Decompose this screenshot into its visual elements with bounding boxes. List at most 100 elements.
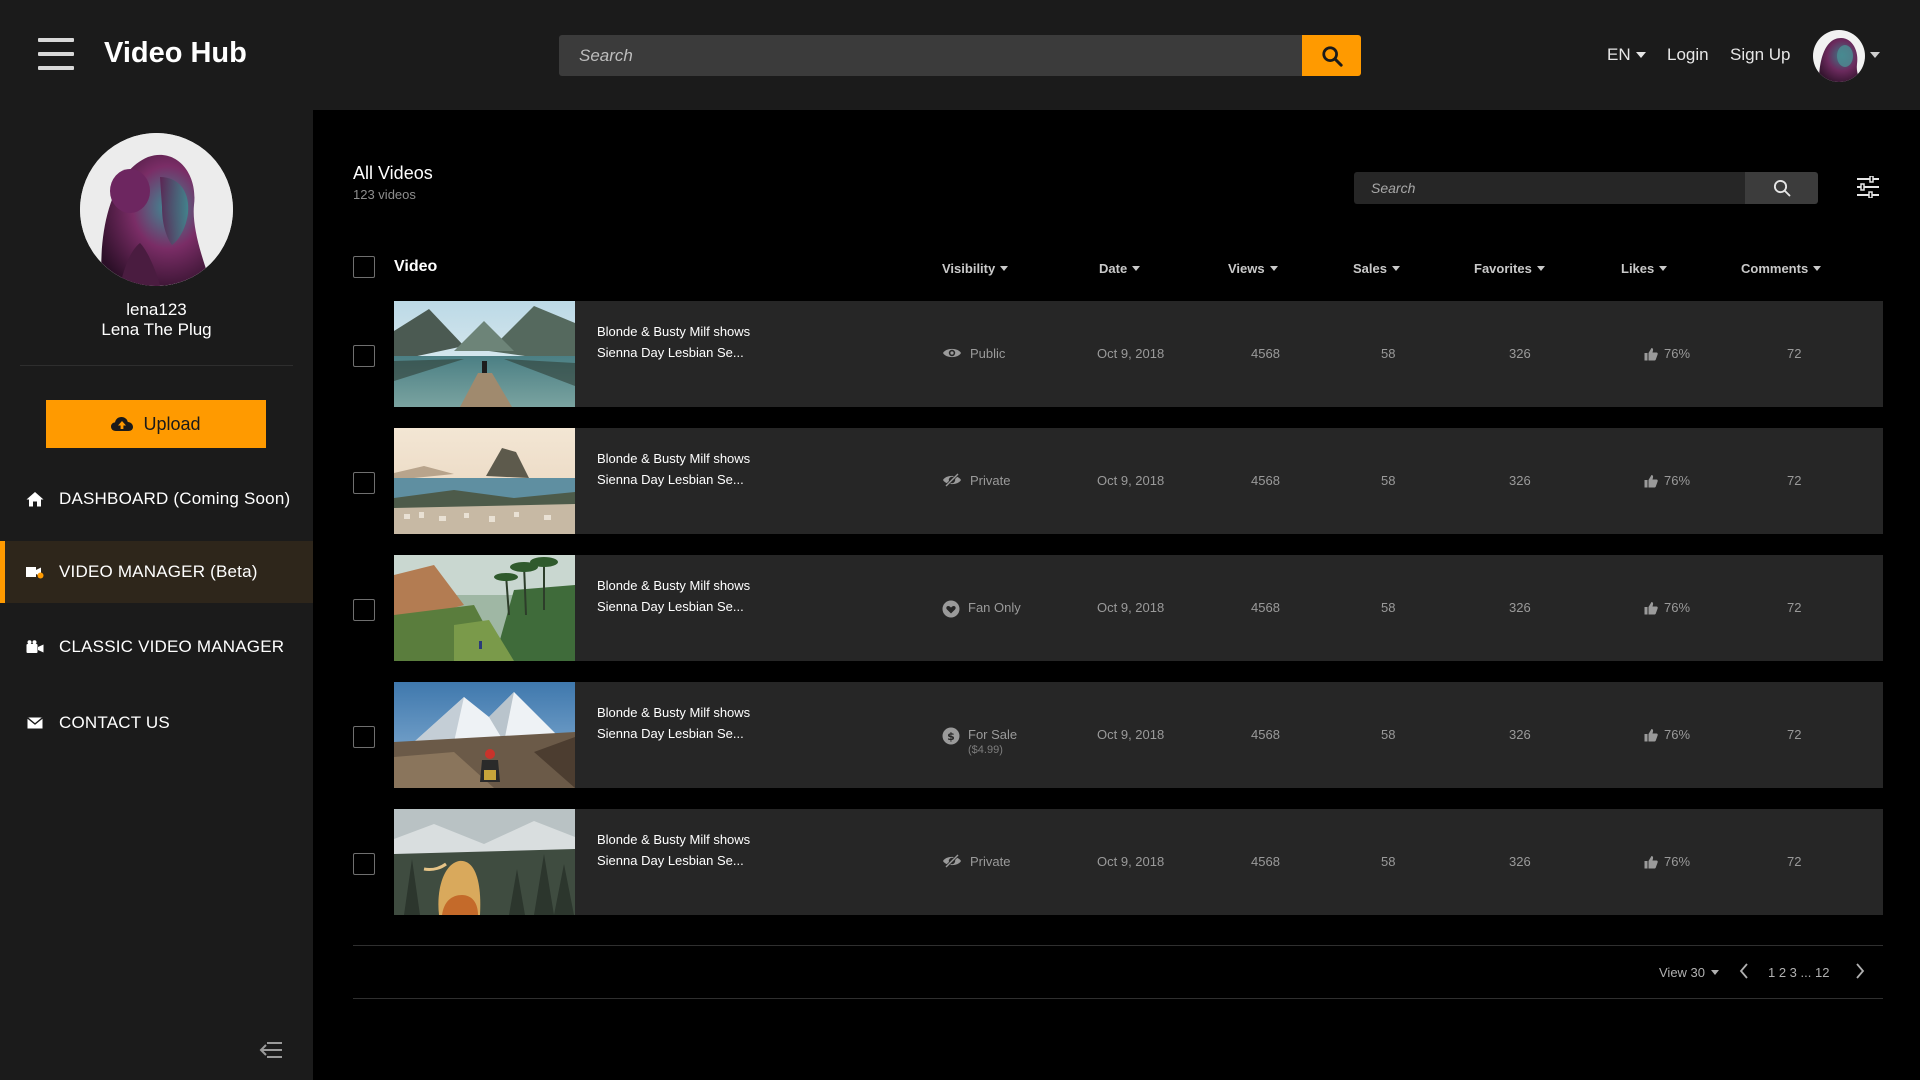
visibility-cell[interactable]: $ For Sale ($4.99) — [942, 727, 1017, 756]
thumbs-up-icon — [1644, 347, 1658, 360]
previous-page-icon[interactable] — [1738, 962, 1750, 985]
row-checkbox[interactable] — [353, 472, 375, 494]
column-label: Comments — [1741, 261, 1809, 276]
video-tag-icon — [25, 563, 44, 582]
signup-link[interactable]: Sign Up — [1730, 45, 1790, 65]
global-search-input[interactable] — [559, 35, 1302, 76]
favorites-cell: 326 — [1509, 473, 1531, 488]
video-title[interactable]: Blonde & Busty Milf shows Sienna Day Les… — [597, 448, 797, 490]
sort-caret-icon — [1813, 266, 1822, 271]
heart-icon — [942, 600, 960, 618]
sort-caret-icon — [1000, 266, 1009, 271]
page-numbers[interactable]: 1 2 3 ... 12 — [1768, 965, 1829, 980]
likes-cell: 76% — [1644, 854, 1690, 869]
date-cell: Oct 9, 2018 — [1097, 346, 1165, 361]
collapse-sidebar-icon[interactable] — [258, 1040, 284, 1065]
video-title[interactable]: Blonde & Busty Milf shows Sienna Day Les… — [597, 321, 797, 363]
video-thumbnail[interactable] — [394, 809, 575, 915]
visibility-label: Fan Only — [968, 600, 1021, 615]
visibility-cell[interactable]: Public — [942, 346, 1005, 361]
row-checkbox[interactable] — [353, 853, 375, 875]
thumbs-up-icon — [1644, 855, 1658, 868]
favorites-cell: 326 — [1509, 346, 1531, 361]
sidebar-item-dashboard[interactable]: DASHBOARD (Coming Soon) — [0, 468, 313, 530]
row-checkbox[interactable] — [353, 726, 375, 748]
table-row[interactable]: Blonde & Busty Milf shows Sienna Day Les… — [394, 555, 1883, 661]
top-header: Video Hub EN Login Sign Up — [0, 0, 1920, 110]
app-logo[interactable]: Video Hub — [104, 37, 247, 70]
column-header-date[interactable]: Date — [1099, 261, 1141, 276]
language-selector[interactable]: EN — [1607, 45, 1646, 65]
table-footer-divider — [353, 945, 1883, 946]
sales-cell: 58 — [1381, 600, 1396, 615]
sidebar-item-contact-us[interactable]: CONTACT US — [0, 692, 313, 754]
video-title-line: Blonde & Busty Milf shows — [597, 832, 751, 847]
column-header-likes[interactable]: Likes — [1621, 261, 1668, 276]
column-header-sales[interactable]: Sales — [1353, 261, 1400, 276]
visibility-cell[interactable]: Fan Only — [942, 600, 1021, 618]
profile-username: lena123 — [126, 300, 187, 319]
likes-value: 76% — [1664, 600, 1691, 615]
table-row[interactable]: Blonde & Busty Milf shows Sienna Day Les… — [394, 428, 1883, 534]
hamburger-menu-icon[interactable] — [38, 38, 74, 70]
likes-cell: 76% — [1644, 473, 1690, 488]
login-link[interactable]: Login — [1667, 45, 1709, 65]
video-thumbnail[interactable] — [394, 682, 575, 788]
column-label: Sales — [1353, 261, 1387, 276]
video-title[interactable]: Blonde & Busty Milf shows Sienna Day Les… — [597, 702, 797, 744]
sidebar-divider — [20, 365, 293, 366]
visibility-label: Private — [970, 854, 1011, 869]
likes-cell: 76% — [1644, 346, 1690, 361]
filter-sliders-icon[interactable] — [1856, 175, 1880, 203]
visibility-label: For Sale — [968, 727, 1018, 742]
row-checkbox[interactable] — [353, 345, 375, 367]
video-title-line: Blonde & Busty Milf shows — [597, 578, 751, 593]
views-cell: 4568 — [1251, 727, 1280, 742]
date-cell: Oct 9, 2018 — [1097, 473, 1165, 488]
video-search-input[interactable] — [1354, 172, 1745, 204]
column-label: Views — [1228, 261, 1265, 276]
visibility-cell[interactable]: Private — [942, 854, 1010, 869]
visibility-cell[interactable]: Private — [942, 473, 1010, 488]
video-title-line: Blonde & Busty Milf shows — [597, 705, 751, 720]
sidebar-item-video-manager[interactable]: VIDEO MANAGER (Beta) — [0, 541, 313, 603]
profile-avatar[interactable] — [80, 133, 233, 286]
table-row[interactable]: Blonde & Busty Milf shows Sienna Day Les… — [394, 809, 1883, 915]
eye-slash-icon — [943, 473, 961, 487]
comments-cell: 72 — [1787, 473, 1802, 488]
visibility-label: Private — [970, 473, 1011, 488]
sort-caret-icon — [1269, 266, 1278, 271]
video-thumbnail[interactable] — [394, 428, 575, 534]
svg-text:$: $ — [947, 730, 955, 743]
select-all-checkbox[interactable] — [353, 256, 375, 278]
likes-value: 76% — [1664, 346, 1691, 361]
table-row[interactable]: Blonde & Busty Milf shows Sienna Day Les… — [394, 682, 1883, 788]
column-header-visibility[interactable]: Visibility — [942, 261, 1009, 276]
video-search-button[interactable] — [1745, 172, 1818, 204]
eye-slash-icon — [943, 854, 961, 868]
column-label: Date — [1099, 261, 1128, 276]
video-title[interactable]: Blonde & Busty Milf shows Sienna Day Les… — [597, 829, 797, 871]
favorites-cell: 326 — [1509, 854, 1531, 869]
video-title-line: Sienna Day Lesbian Se... — [597, 472, 744, 487]
sidebar-item-label: DASHBOARD (Coming Soon) — [59, 489, 291, 508]
page-size-selector[interactable]: View 30 — [1659, 965, 1720, 980]
video-thumbnail[interactable] — [394, 301, 575, 407]
column-header-comments[interactable]: Comments — [1741, 261, 1822, 276]
video-thumbnail[interactable] — [394, 555, 575, 661]
comments-cell: 72 — [1787, 600, 1802, 615]
upload-button[interactable]: Upload — [46, 400, 266, 448]
row-checkbox[interactable] — [353, 599, 375, 621]
avatar-chevron-down-icon[interactable] — [1870, 52, 1880, 58]
views-cell: 4568 — [1251, 346, 1280, 361]
table-row[interactable]: Blonde & Busty Milf shows Sienna Day Les… — [394, 301, 1883, 407]
thumbs-up-icon — [1644, 728, 1658, 741]
column-header-favorites[interactable]: Favorites — [1474, 261, 1545, 276]
user-avatar[interactable] — [1813, 30, 1865, 82]
column-header-views[interactable]: Views — [1228, 261, 1278, 276]
global-search-button[interactable] — [1302, 35, 1361, 76]
sidebar-item-classic-video-manager[interactable]: CLASSIC VIDEO MANAGER — [0, 616, 313, 678]
next-page-icon[interactable] — [1854, 962, 1866, 985]
video-title[interactable]: Blonde & Busty Milf shows Sienna Day Les… — [597, 575, 797, 617]
likes-cell: 76% — [1644, 600, 1690, 615]
